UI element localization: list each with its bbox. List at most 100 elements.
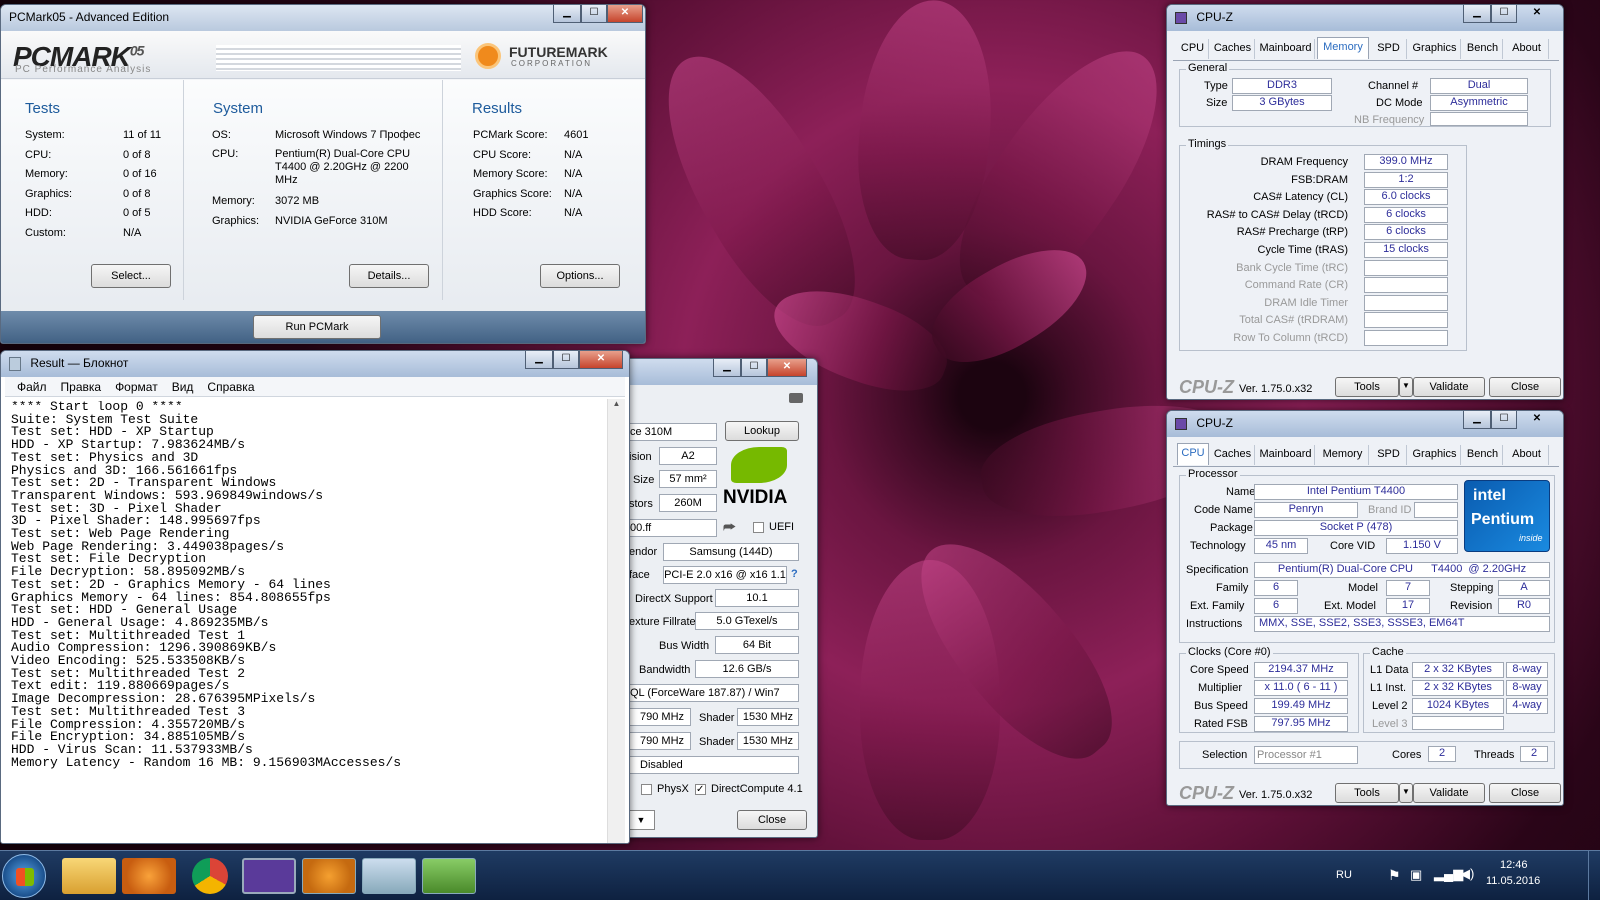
close-button[interactable]: ✕ — [767, 359, 807, 377]
tab-spd[interactable]: SPD — [1371, 39, 1407, 59]
minimize-button[interactable]: ▁ — [553, 5, 581, 23]
show-desktop-button[interactable] — [1588, 851, 1600, 900]
physx-checkbox[interactable] — [641, 784, 652, 795]
bus-interface-label: face — [629, 569, 650, 581]
tab-graphics[interactable]: Graphics — [1409, 445, 1461, 465]
stepping-label: Stepping — [1450, 582, 1494, 594]
taskbar-notepad-icon[interactable] — [362, 858, 416, 894]
minimize-button[interactable]: ▁ — [1463, 411, 1491, 429]
tab-cpu[interactable]: CPU — [1177, 443, 1209, 465]
system-value-3: MHz — [275, 174, 298, 186]
vertical-scrollbar[interactable]: ▲ — [607, 399, 625, 843]
tray-network-icon[interactable]: ▂▄▆ — [1434, 866, 1463, 882]
maximize-button[interactable]: ☐ — [581, 5, 607, 23]
name-label: Name — [1226, 486, 1256, 498]
pcmark-titlebar[interactable]: PCMark05 - Advanced Edition ▁ ☐ ✕ — [1, 5, 645, 31]
tab-cpu[interactable]: CPU — [1177, 39, 1209, 59]
minimize-button[interactable]: ▁ — [713, 359, 741, 377]
tools-dropdown-icon[interactable]: ▼ — [1399, 783, 1413, 803]
lookup-button[interactable]: Lookup — [725, 421, 799, 441]
gpu-select-dropdown[interactable]: ▼ — [627, 810, 655, 830]
taskbar-cpuz-icon[interactable] — [242, 858, 296, 894]
maximize-button[interactable]: ☐ — [1491, 411, 1517, 429]
tab-bench[interactable]: Bench — [1463, 445, 1503, 465]
tab-caches[interactable]: Caches — [1211, 445, 1255, 465]
fillrate-field: 5.0 GTexel/s — [695, 612, 799, 630]
taskbar-media-player-icon[interactable] — [122, 858, 176, 894]
run-pcmark-button[interactable]: Run PCMark — [253, 315, 381, 339]
camera-icon[interactable] — [789, 393, 803, 403]
taskbar-pcmark-icon[interactable] — [302, 858, 356, 894]
nb-frequency-field — [1430, 112, 1528, 126]
maximize-button[interactable]: ☐ — [553, 351, 579, 369]
tab-mainboard[interactable]: Mainboard — [1257, 445, 1315, 465]
notepad-titlebar[interactable]: Result — Блокнот ▁ ☐ ✕ — [1, 351, 629, 377]
tab-bench[interactable]: Bench — [1463, 39, 1503, 59]
tests-value-3: 0 of 8 — [123, 187, 151, 200]
futuremark-sub: CORPORATION — [511, 59, 592, 68]
cpuz-close-button[interactable]: Close — [1489, 783, 1561, 803]
uefi-checkbox[interactable] — [753, 522, 764, 533]
type-label: Type — [1204, 80, 1228, 92]
timing-label-6: Bank Cycle Time (tRC) — [1236, 261, 1348, 274]
tab-graphics[interactable]: Graphics — [1409, 39, 1461, 59]
tab-mainboard[interactable]: Mainboard — [1257, 39, 1315, 59]
clock-time[interactable]: 12:46 — [1500, 859, 1528, 871]
tab-spd[interactable]: SPD — [1371, 445, 1407, 465]
help-icon[interactable]: ? — [791, 568, 798, 580]
share-icon[interactable]: ⮫ — [723, 519, 736, 536]
selection-dropdown[interactable]: Processor #1 — [1254, 746, 1358, 764]
cache-group: Cache L1 Data 2 x 32 KBytes 8-way L1 Ins… — [1363, 646, 1555, 733]
level3-field — [1412, 716, 1504, 730]
select-button[interactable]: Select... — [91, 264, 171, 288]
tray-speaker-icon[interactable]: ◀) — [1460, 866, 1474, 882]
menu-item-2[interactable]: Формат — [115, 380, 158, 394]
clock-date[interactable]: 11.05.2016 — [1486, 875, 1540, 887]
scroll-up-icon[interactable]: ▲ — [608, 399, 625, 415]
details-button[interactable]: Details... — [349, 264, 429, 288]
close-button[interactable]: ✕ — [1517, 411, 1557, 429]
gpuz-close-button[interactable]: Close — [737, 810, 807, 830]
close-button[interactable]: ✕ — [1517, 5, 1557, 23]
menu-item-0[interactable]: Файл — [17, 380, 47, 394]
maximize-button[interactable]: ☐ — [1491, 5, 1517, 23]
tab-memory[interactable]: Memory — [1317, 445, 1369, 465]
validate-button[interactable]: Validate — [1413, 783, 1485, 803]
bus-speed-field: 199.49 MHz — [1254, 698, 1348, 714]
menu-item-4[interactable]: Справка — [207, 380, 254, 394]
directcompute-checkbox[interactable]: ✓ — [695, 784, 706, 795]
close-button[interactable]: ✕ — [607, 5, 643, 23]
menu-item-1[interactable]: Правка — [61, 380, 102, 394]
notepad-text-area[interactable]: **** Start loop 0 **** Suite: System Test… — [11, 401, 605, 841]
tray-device-icon[interactable]: ▣ — [1410, 867, 1422, 883]
cpuz-cpu-titlebar[interactable]: CPU-Z ▁ ☐ ✕ — [1167, 411, 1563, 437]
taskbar-explorer-icon[interactable] — [62, 858, 116, 894]
timing-label-5: Cycle Time (tRAS) — [1257, 244, 1348, 256]
close-button[interactable]: ✕ — [579, 351, 623, 369]
menu-item-3[interactable]: Вид — [172, 380, 194, 394]
start-button[interactable] — [2, 854, 46, 898]
tab-memory[interactable]: Memory — [1317, 37, 1369, 59]
stepping-field: A — [1498, 580, 1550, 596]
tools-button[interactable]: Tools — [1335, 377, 1399, 397]
tray-flag-icon[interactable]: ⚑ — [1388, 867, 1401, 884]
results-value-0: 4601 — [564, 129, 589, 141]
cpuz-memory-titlebar[interactable]: CPU-Z ▁ ☐ ✕ — [1167, 5, 1563, 31]
tools-button[interactable]: Tools — [1335, 783, 1399, 803]
timing-value-1: 1:2 — [1364, 171, 1448, 188]
validate-button[interactable]: Validate — [1413, 377, 1485, 397]
minimize-button[interactable]: ▁ — [525, 351, 553, 369]
taskbar-gpuz-icon[interactable] — [422, 858, 476, 894]
maximize-button[interactable]: ☐ — [741, 359, 767, 377]
gpuz-titlebar[interactable]: ▁ ☐ ✕ — [601, 359, 817, 385]
minimize-button[interactable]: ▁ — [1463, 5, 1491, 23]
cpuz-close-button[interactable]: Close — [1489, 377, 1561, 397]
taskbar-chrome-icon[interactable] — [192, 858, 228, 894]
options-button[interactable]: Options... — [540, 264, 620, 288]
tools-dropdown-icon[interactable]: ▼ — [1399, 377, 1413, 397]
language-indicator[interactable]: RU — [1336, 869, 1352, 881]
tab-about[interactable]: About — [1505, 445, 1549, 465]
futuremark-name: FUTUREMARK — [509, 44, 608, 60]
tab-about[interactable]: About — [1505, 39, 1549, 59]
tab-caches[interactable]: Caches — [1211, 39, 1255, 59]
